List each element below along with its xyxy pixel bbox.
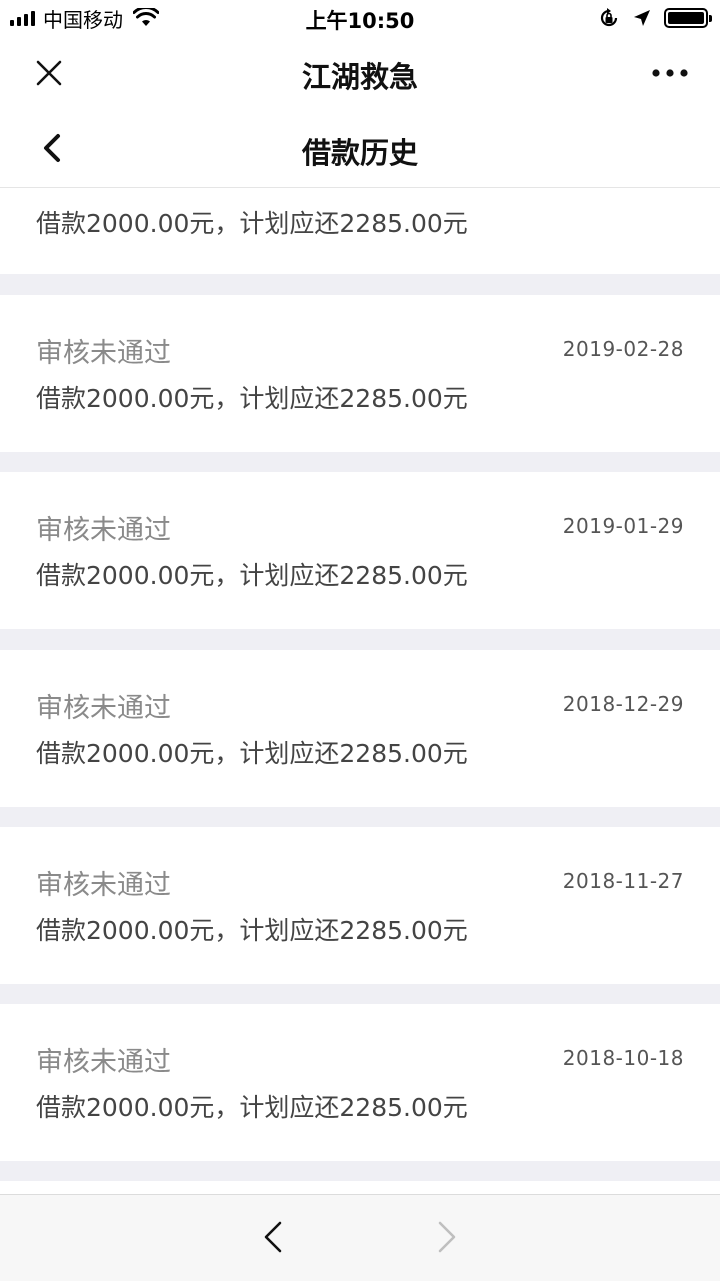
list-item[interactable] [0, 1181, 720, 1194]
date-label: 2018-10-18 [562, 1046, 684, 1070]
list-item[interactable]: 审核未通过 2018-12-29 借款2000.00元，计划应还2285.00元 [0, 650, 720, 807]
date-label: 2018-11-27 [562, 869, 684, 893]
page-header: 借款历史 [0, 110, 720, 188]
loan-description: 借款2000.00元，计划应还2285.00元 [36, 1093, 468, 1122]
status-label: 审核未通过 [36, 1047, 171, 1078]
list-item[interactable]: 审核未通过 2019-01-29 借款2000.00元，计划应还2285.00元 [0, 472, 720, 629]
battery-icon [664, 8, 712, 28]
date-label: 2019-02-28 [562, 337, 684, 361]
more-dots-icon[interactable] [650, 58, 690, 88]
loan-description: 借款2000.00元，计划应还2285.00元 [36, 384, 468, 413]
list-item[interactable]: 审核未通过 2018-10-18 借款2000.00元，计划应还2285.00元 [0, 1004, 720, 1161]
list-item[interactable]: 借款2000.00元，计划应还2285.00元 [0, 188, 720, 274]
location-icon [634, 10, 650, 26]
bottom-toolbar [0, 1194, 720, 1281]
date-label: 2019-01-29 [562, 514, 684, 538]
status-label: 审核未通过 [36, 338, 171, 369]
status-label: 审核未通过 [36, 870, 171, 901]
loan-description: 借款2000.00元，计划应还2285.00元 [36, 561, 468, 590]
status-label: 审核未通过 [36, 515, 171, 546]
status-label: 审核未通过 [36, 693, 171, 724]
app-bar: 江湖救急 [0, 36, 720, 110]
app-title: 江湖救急 [301, 60, 418, 94]
list-item[interactable]: 审核未通过 2019-02-28 借款2000.00元，计划应还2285.00元 [0, 295, 720, 452]
arrow-right-icon[interactable] [428, 1217, 464, 1257]
arrow-left-icon[interactable] [256, 1217, 292, 1257]
page-title: 借款历史 [301, 136, 418, 170]
status-right [598, 7, 712, 29]
status-bar: 中国移动 上午10:50 [0, 0, 720, 36]
loan-history-list: 借款2000.00元，计划应还2285.00元 审核未通过 2019-02-28… [0, 188, 720, 1194]
date-label: 2018-12-29 [562, 692, 684, 716]
loan-description: 借款2000.00元，计划应还2285.00元 [36, 739, 468, 768]
loan-description: 借款2000.00元，计划应还2285.00元 [36, 209, 468, 238]
rotation-lock-icon [600, 8, 618, 27]
loan-description: 借款2000.00元，计划应还2285.00元 [36, 916, 468, 945]
list-item[interactable]: 审核未通过 2018-11-27 借款2000.00元，计划应还2285.00元 [0, 827, 720, 984]
